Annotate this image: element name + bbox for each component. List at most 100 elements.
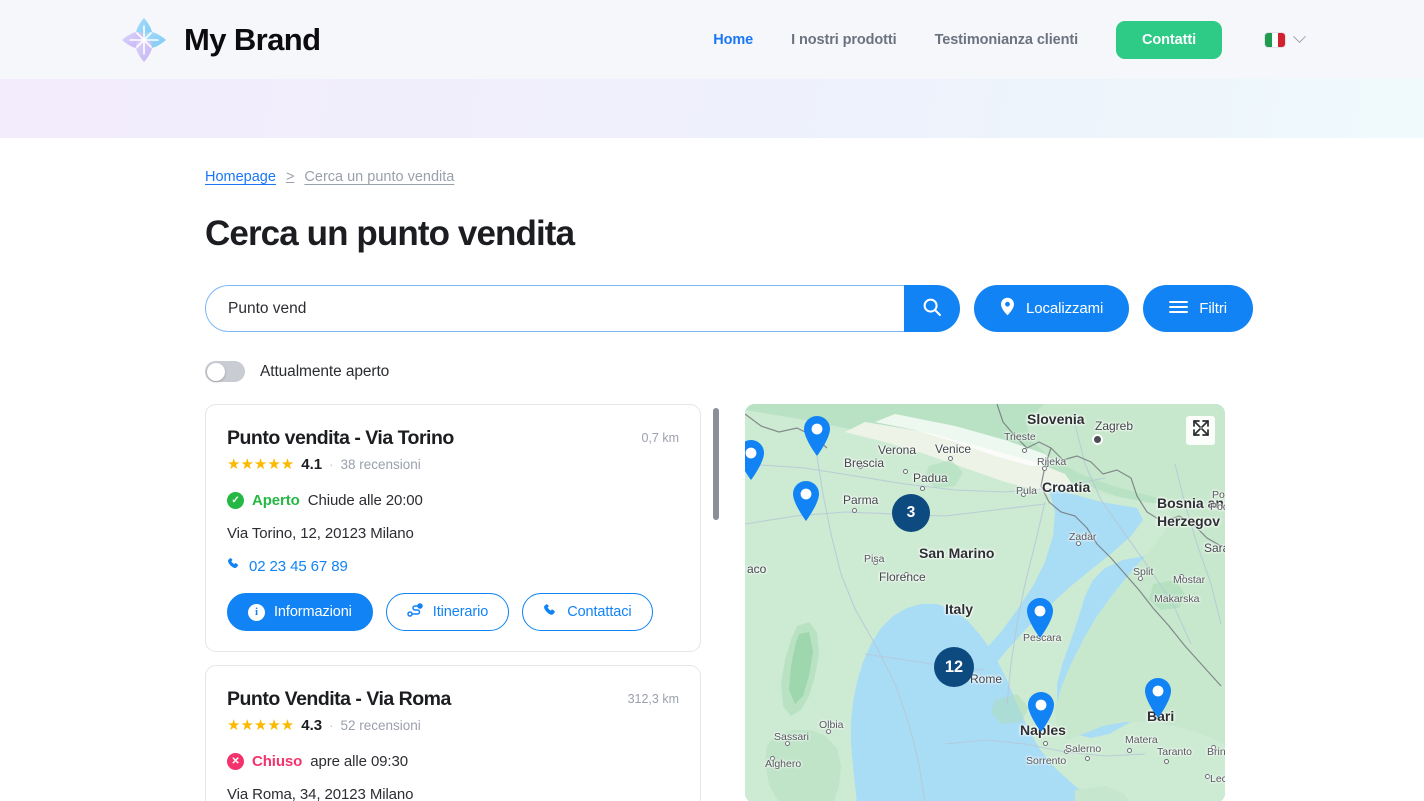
star-rating-icons: ★★★★★ (227, 717, 295, 734)
store-distance: 0,7 km (641, 431, 679, 445)
call-button-label: Contattaci (567, 604, 632, 620)
store-card-header: Punto vendita - Via Torino 0,7 km (227, 427, 679, 450)
expand-icon (1191, 418, 1211, 443)
breadcrumb-home[interactable]: Homepage (205, 169, 276, 185)
map-city-dot (1021, 492, 1026, 497)
info-button-label: Informazioni (274, 604, 352, 620)
phone-icon (543, 603, 558, 622)
map-city-dot (1076, 541, 1081, 546)
open-now-label: Attualmente aperto (260, 362, 390, 380)
brand-logo-icon (118, 14, 170, 66)
map-city-dot (1164, 759, 1169, 764)
map-city-dot (770, 756, 775, 761)
store-name: Punto Vendita - Via Roma (227, 688, 451, 710)
map-capital-dot (1094, 436, 1101, 443)
status-word: Chiuso (252, 753, 303, 770)
map-marker-pin[interactable] (791, 480, 821, 522)
info-button[interactable]: i Informazioni (227, 593, 373, 631)
map-city-dot (873, 560, 878, 565)
locate-me-button[interactable]: Localizzami (974, 285, 1130, 332)
store-card-header: Punto Vendita - Via Roma 312,3 km (227, 688, 679, 711)
language-selector[interactable] (1264, 30, 1306, 48)
store-distance: 312,3 km (627, 692, 679, 706)
search-box (205, 285, 960, 332)
review-count: 38 recensioni (340, 457, 421, 472)
star-rating-icons: ★★★★★ (227, 456, 295, 473)
location-pin-icon (1000, 297, 1015, 320)
status-word: Aperto (252, 492, 300, 509)
map-city-dot (858, 464, 863, 469)
brand[interactable]: My Brand (118, 14, 321, 66)
store-rating-row: ★★★★★ 4.1 · 38 recensioni (227, 456, 679, 473)
store-card-actions: i Informazioni Itinerario Contattaci (227, 593, 679, 631)
store-address: Via Torino, 12, 20123 Milano (227, 525, 414, 542)
map-city-dot (852, 508, 857, 513)
map-city-dot (785, 741, 790, 746)
rating-value: 4.1 (301, 456, 323, 473)
results-scrollbar-thumb[interactable] (713, 408, 719, 520)
search-row: Localizzami Filtri (205, 285, 1424, 332)
brand-name: My Brand (184, 21, 321, 57)
page-content: Homepage > Cerca un punto vendita Cerca … (0, 138, 1424, 801)
nav-link-home[interactable]: Home (713, 32, 753, 48)
store-card[interactable]: Punto Vendita - Via Roma 312,3 km ★★★★★ … (205, 665, 701, 801)
rating-value: 4.3 (301, 717, 323, 734)
open-now-toggle[interactable] (205, 361, 245, 382)
directions-button[interactable]: Itinerario (385, 593, 510, 631)
map-city-dot (1022, 448, 1027, 453)
map-city-dot (1179, 574, 1184, 579)
map-marker-pin[interactable] (745, 439, 766, 481)
site-header: My Brand Home I nostri prodotti Testimon… (0, 0, 1424, 79)
map-city-dot (1085, 756, 1090, 761)
results-scroll-area[interactable]: Punto vendita - Via Torino 0,7 km ★★★★★ … (205, 404, 721, 801)
store-phone[interactable]: 02 23 45 67 89 (227, 557, 679, 575)
search-submit-button[interactable] (904, 285, 960, 332)
check-circle-icon: ✓ (227, 492, 244, 509)
store-card[interactable]: Punto vendita - Via Torino 0,7 km ★★★★★ … (205, 404, 701, 652)
map-canvas (745, 404, 1225, 801)
map-city-dot (1211, 745, 1216, 750)
map-panel[interactable]: Slovenia Croatia Bosnia an Herzegov Italy San… (745, 404, 1225, 801)
results-and-map: Punto vendita - Via Torino 0,7 km ★★★★★ … (205, 404, 1424, 801)
map-marker-pin[interactable] (1143, 677, 1173, 719)
map-city-dot (904, 572, 909, 577)
rating-separator: · (329, 718, 334, 733)
map-fullscreen-button[interactable] (1186, 416, 1215, 445)
hero-gradient-band (0, 79, 1424, 138)
chevron-down-icon (1293, 30, 1306, 44)
map-cluster-marker[interactable]: 12 (934, 647, 974, 687)
store-rating-row: ★★★★★ 4.3 · 52 recensioni (227, 717, 679, 734)
nav-link-products[interactable]: I nostri prodotti (791, 32, 897, 48)
map-marker-pin[interactable] (1025, 597, 1055, 639)
map-cluster-marker[interactable]: 3 (892, 494, 930, 532)
route-icon (407, 602, 424, 622)
search-input[interactable] (205, 285, 904, 332)
italy-flag-icon (1264, 31, 1286, 48)
x-circle-icon: ✕ (227, 753, 244, 770)
results-list: Punto vendita - Via Torino 0,7 km ★★★★★ … (205, 404, 721, 801)
map-city-dot (920, 486, 925, 491)
map-city-dot (1064, 749, 1069, 754)
breadcrumb: Homepage > Cerca un punto vendita (205, 138, 1424, 185)
page-title: Cerca un punto vendita (205, 214, 575, 253)
call-button[interactable]: Contattaci (522, 593, 653, 631)
breadcrumb-current: Cerca un punto vendita (304, 169, 455, 185)
directions-button-label: Itinerario (432, 604, 489, 620)
locate-me-label: Localizzami (1026, 300, 1104, 317)
map-marker-pin[interactable] (802, 415, 832, 457)
rating-separator: · (329, 457, 334, 472)
map-marker-pin[interactable] (1026, 691, 1056, 733)
store-name: Punto vendita - Via Torino (227, 427, 454, 449)
contact-button[interactable]: Contatti (1116, 20, 1222, 59)
results-scrollbar[interactable] (713, 408, 719, 798)
status-hours: Chiude alle 20:00 (307, 492, 423, 509)
map-city-dot (1043, 741, 1048, 746)
nav-link-testimonials[interactable]: Testimonianza clienti (935, 32, 1079, 48)
map-city-dot (1042, 466, 1047, 471)
phone-number: 02 23 45 67 89 (249, 557, 348, 575)
map-city-dot (1205, 774, 1210, 779)
main-nav: Home I nostri prodotti Testimonianza cli… (713, 20, 1306, 59)
filters-button[interactable]: Filtri (1143, 285, 1253, 332)
open-now-toggle-row: Attualmente aperto (205, 361, 1424, 382)
map-city-dot (826, 729, 831, 734)
